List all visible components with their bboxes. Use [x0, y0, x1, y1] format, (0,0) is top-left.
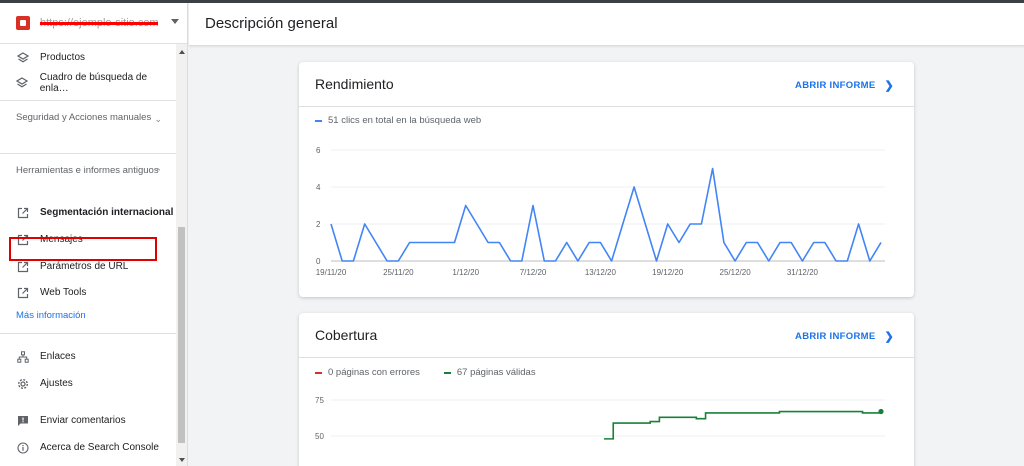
page-header: Descripción general — [189, 3, 1024, 46]
card-title: Cobertura — [315, 327, 378, 343]
y-tick-label: 75 — [315, 396, 324, 405]
layers-icon — [16, 51, 29, 64]
external-link-icon — [16, 206, 29, 219]
series-line — [330, 167, 882, 262]
section-label: Seguridad y Acciones manuales — [16, 112, 152, 123]
section-legacy-tools[interactable]: Herramientas e informes antiguos ⌃ — [0, 164, 176, 177]
legend-label: 67 páginas válidas — [456, 367, 536, 378]
y-tick-label: 2 — [316, 220, 321, 229]
x-tick-label: 25/12/20 — [720, 268, 752, 277]
sidebar-item-label: Segmentación internacional — [40, 207, 174, 218]
scroll-down-icon[interactable] — [179, 458, 185, 462]
chevron-down-icon: ⌄ — [154, 114, 162, 124]
sidebar-item-label: Parámetros de URL — [40, 261, 129, 272]
sidebar-item-ajustes[interactable]: Ajustes — [0, 370, 176, 397]
legend-label: 0 páginas con errores — [328, 367, 420, 378]
more-info-link[interactable]: Más información — [16, 310, 86, 321]
scroll-up-icon[interactable] — [179, 50, 185, 54]
sidebar-item-label: Web Tools — [40, 287, 87, 298]
section-security[interactable]: Seguridad y Acciones manuales ⌄ — [0, 111, 176, 124]
divider — [0, 333, 176, 334]
gear-icon — [16, 377, 29, 390]
legend-swatch — [443, 371, 451, 374]
sidebar-item-enviar-comentarios[interactable]: Enviar comentarios — [0, 407, 176, 434]
card-title: Rendimiento — [315, 76, 394, 92]
red-highlight-box — [9, 237, 157, 261]
sidebar-nav: Productos Cuadro de búsqueda de enla… Se… — [0, 44, 176, 466]
site-favicon — [16, 16, 30, 30]
sidebar-item-label: Productos — [40, 52, 86, 63]
x-tick-label: 31/12/20 — [787, 268, 819, 277]
sidebar-item-label: Acerca de Search Console — [40, 442, 159, 453]
sidebar-item-web-tools[interactable]: Web Tools — [0, 279, 176, 306]
page-title: Descripción general — [205, 15, 338, 32]
series-line-valid — [604, 410, 882, 440]
coverage-chart: 50 75 — [315, 396, 885, 441]
chart-legend: 0 páginas con errores 67 páginas válidas — [315, 367, 560, 378]
coverage-card: Cobertura ABRIR INFORME ❯ 0 páginas con … — [299, 313, 914, 466]
x-tick-label: 25/11/20 — [383, 268, 414, 277]
card-header: Cobertura ABRIR INFORME ❯ — [299, 313, 914, 358]
chevron-up-icon: ⌃ — [154, 167, 162, 177]
open-report-button[interactable]: ABRIR INFORME ❯ — [795, 79, 894, 92]
feedback-icon — [16, 414, 29, 427]
sidebar-scrollbar[interactable] — [176, 44, 187, 466]
x-tick-label: 1/12/20 — [452, 268, 479, 277]
chevron-down-icon[interactable] — [171, 19, 179, 24]
legend-entry-clicks[interactable]: 51 clics en total en la búsqueda web — [315, 115, 481, 126]
links-icon — [16, 350, 29, 363]
sidebar-item-label: Enlaces — [40, 351, 76, 362]
divider — [0, 153, 176, 154]
sidebar-item-enlaces[interactable]: Enlaces — [0, 343, 176, 370]
performance-card: Rendimiento ABRIR INFORME ❯ 51 clics en … — [299, 62, 914, 297]
performance-chart: 0 2 4 6 19/11/20 25/11/20 1/12/20 7/12/20 13/12/… — [316, 146, 885, 277]
sidebar-item-segmentacion[interactable]: Segmentación internacional — [0, 199, 176, 226]
scrollbar-thumb[interactable] — [178, 227, 185, 443]
chevron-right-icon: ❯ — [884, 80, 894, 92]
x-tick-label: 19/12/20 — [652, 268, 684, 277]
legend-swatch — [315, 371, 322, 374]
open-report-label: ABRIR INFORME — [795, 80, 876, 91]
x-tick-label: 19/11/20 — [316, 268, 347, 277]
sidebar-item-label: Ajustes — [40, 378, 73, 389]
sidebar: https://ejemplo-sitio.com/ Productos Cua… — [0, 3, 188, 466]
legend-entry-valid[interactable]: 67 páginas válidas — [443, 367, 536, 378]
open-report-label: ABRIR INFORME — [795, 331, 876, 342]
x-tick-label: 7/12/20 — [520, 268, 547, 277]
sidebar-item-productos[interactable]: Productos — [0, 44, 176, 71]
card-header: Rendimiento ABRIR INFORME ❯ — [299, 62, 914, 107]
external-link-icon — [16, 286, 29, 299]
sidebar-item-acerca[interactable]: Acerca de Search Console — [0, 434, 176, 461]
property-selector[interactable]: https://ejemplo-sitio.com/ — [0, 3, 187, 44]
section-label: Herramientas e informes antiguos — [16, 165, 159, 176]
series-end-point[interactable] — [878, 408, 884, 415]
property-url: https://ejemplo-sitio.com/ — [40, 17, 158, 29]
legend-label: 51 clics en total en la búsqueda web — [328, 115, 482, 126]
chart-legend: 51 clics en total en la búsqueda web — [315, 115, 505, 126]
sidebar-item-label: Cuadro de búsqueda de enla… — [39, 71, 148, 94]
y-tick-label: 4 — [316, 183, 321, 192]
layers-icon — [16, 76, 29, 89]
sidebar-item-label: Enviar comentarios — [40, 415, 126, 426]
y-tick-label: 50 — [315, 432, 324, 441]
sidebar-item-cuadro-busqueda[interactable]: Cuadro de búsqueda de enla… — [0, 69, 176, 96]
legend-entry-errors[interactable]: 0 páginas con errores — [315, 367, 420, 378]
open-report-button[interactable]: ABRIR INFORME ❯ — [795, 330, 894, 343]
external-link-icon — [16, 260, 29, 273]
x-tick-label: 13/12/20 — [585, 268, 617, 277]
y-tick-label: 0 — [316, 257, 321, 266]
info-icon — [16, 441, 29, 454]
y-tick-label: 6 — [316, 146, 321, 155]
divider — [0, 100, 176, 101]
legend-swatch — [315, 119, 322, 122]
chevron-right-icon: ❯ — [884, 331, 894, 343]
